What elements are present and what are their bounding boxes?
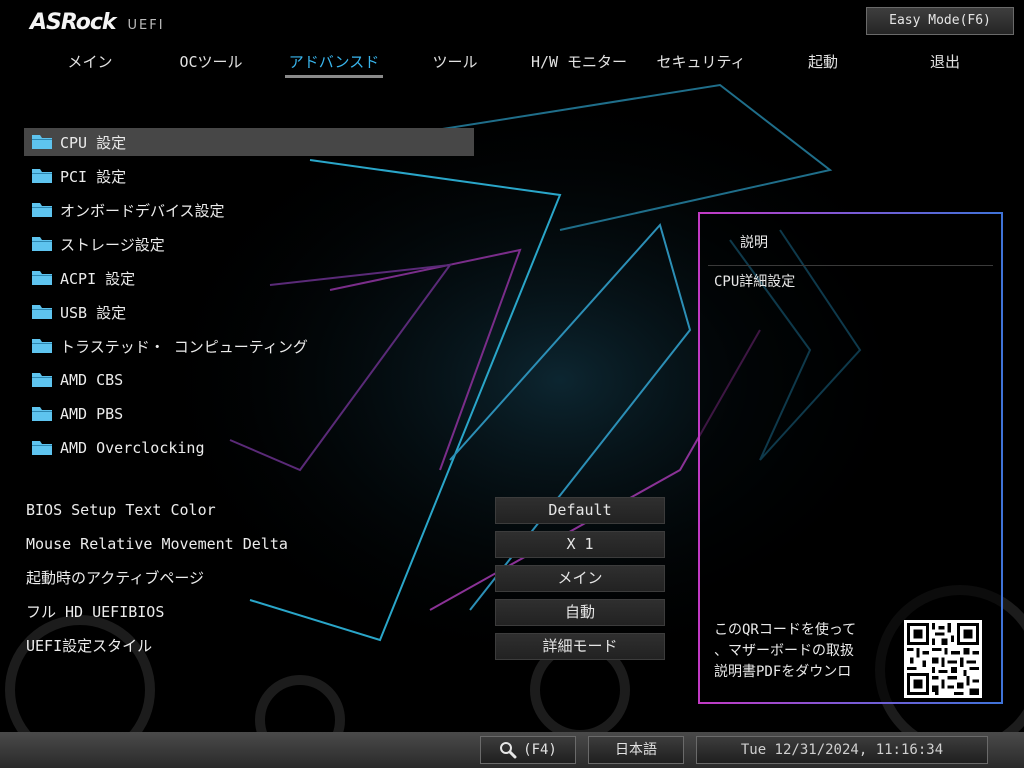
menu-item-label: ストレージ設定 bbox=[60, 235, 165, 254]
folder-icon bbox=[32, 440, 52, 456]
datetime-display[interactable]: Tue 12/31/2024, 11:16:34 bbox=[696, 736, 988, 764]
setting-label: Mouse Relative Movement Delta bbox=[26, 535, 288, 553]
tab-advanced[interactable]: アドバンスド bbox=[273, 48, 395, 78]
folder-icon bbox=[32, 134, 52, 150]
tab-boot[interactable]: 起動 bbox=[762, 48, 884, 78]
setting-row-setup-style: UEFI設定スタイル 詳細モード bbox=[24, 632, 666, 660]
language-button[interactable]: 日本語 bbox=[588, 736, 684, 764]
tab-main[interactable]: メイン bbox=[29, 48, 151, 78]
menu-item-usb-configuration[interactable]: USB 設定 bbox=[24, 298, 474, 326]
qr-code-image[interactable] bbox=[904, 620, 982, 698]
search-button[interactable]: (F4) bbox=[480, 736, 576, 764]
easy-mode-button[interactable]: Easy Mode(F6) bbox=[866, 7, 1014, 35]
tab-hw-monitor[interactable]: H/W モニター bbox=[518, 48, 640, 78]
folder-icon bbox=[32, 202, 52, 218]
setting-label: UEFI設定スタイル bbox=[26, 637, 153, 655]
setting-row-text-color: BIOS Setup Text Color Default bbox=[24, 496, 666, 524]
brand-name: ASRock bbox=[30, 10, 117, 35]
folder-icon bbox=[32, 236, 52, 252]
setting-row-full-hd: フル HD UEFIBIOS 自動 bbox=[24, 598, 666, 626]
description-title: 説明 bbox=[740, 235, 768, 251]
folder-icon bbox=[32, 406, 52, 422]
qr-code-caption: このQRコードを使って 、マザーボードの取扱 説明書PDFをダウンロ bbox=[714, 622, 857, 680]
description-panel: 説明 CPU詳細設定 このQRコードを使って 、マザーボードの取扱 説明書PDF… bbox=[698, 212, 1003, 704]
setting-row-active-page: 起動時のアクティブページ メイン bbox=[24, 564, 666, 592]
menu-item-label: オンボードデバイス設定 bbox=[60, 201, 225, 220]
setting-label: 起動時のアクティブページ bbox=[26, 569, 205, 587]
description-text: CPU詳細設定 bbox=[714, 274, 796, 290]
menu-item-label: PCI 設定 bbox=[60, 167, 127, 186]
menu-item-onboard-devices[interactable]: オンボードデバイス設定 bbox=[24, 196, 474, 224]
menu-item-storage-configuration[interactable]: ストレージ設定 bbox=[24, 230, 474, 258]
setting-row-mouse-delta: Mouse Relative Movement Delta X 1 bbox=[24, 530, 666, 558]
setting-label: BIOS Setup Text Color bbox=[26, 501, 216, 519]
folder-icon bbox=[32, 270, 52, 286]
tab-oc-tweaker[interactable]: OCツール bbox=[150, 48, 272, 78]
tab-exit[interactable]: 退出 bbox=[884, 48, 1006, 78]
folder-icon bbox=[32, 304, 52, 320]
tab-tool[interactable]: ツール bbox=[394, 48, 516, 78]
setting-label: フル HD UEFIBIOS bbox=[26, 603, 165, 621]
menu-item-amd-pbs[interactable]: AMD PBS bbox=[24, 400, 474, 428]
menu-item-amd-cbs[interactable]: AMD CBS bbox=[24, 366, 474, 394]
folder-icon bbox=[32, 338, 52, 354]
menu-item-label: USB 設定 bbox=[60, 303, 127, 322]
menu-item-acpi-configuration[interactable]: ACPI 設定 bbox=[24, 264, 474, 292]
tab-security[interactable]: セキュリティ bbox=[640, 48, 762, 78]
asrock-logo: ASRock UEFI bbox=[30, 10, 165, 36]
search-shortcut-label: (F4) bbox=[523, 742, 557, 758]
menu-item-label: AMD CBS bbox=[60, 371, 124, 389]
folder-icon bbox=[32, 372, 52, 388]
active-page-select[interactable]: メイン bbox=[495, 565, 665, 592]
menu-item-label: AMD PBS bbox=[60, 405, 124, 423]
menu-item-amd-overclocking[interactable]: AMD Overclocking bbox=[24, 434, 474, 462]
description-divider bbox=[708, 265, 993, 266]
menu-item-label: CPU 設定 bbox=[60, 133, 127, 152]
uefi-label: UEFI bbox=[127, 18, 165, 33]
folder-icon bbox=[32, 168, 52, 184]
setup-style-select[interactable]: 詳細モード bbox=[495, 633, 665, 660]
advanced-submenu-list: CPU 設定 PCI 設定 オンボードデバイス設定 ストレージ設定 ACPI 設… bbox=[24, 128, 474, 468]
mouse-delta-select[interactable]: X 1 bbox=[495, 531, 665, 558]
menu-item-label: ACPI 設定 bbox=[60, 269, 136, 288]
settings-list: BIOS Setup Text Color Default Mouse Rela… bbox=[24, 496, 666, 666]
main-tab-bar: メイン OCツール アドバンスド ツール H/W モニター セキュリティ 起動 … bbox=[0, 48, 1024, 82]
menu-item-trusted-computing[interactable]: トラステッド・ コンピューティング bbox=[24, 332, 474, 360]
text-color-select[interactable]: Default bbox=[495, 497, 665, 524]
bottom-status-bar: (F4) 日本語 Tue 12/31/2024, 11:16:34 bbox=[0, 732, 1024, 768]
menu-item-label: AMD Overclocking bbox=[60, 439, 205, 457]
search-icon bbox=[500, 742, 517, 759]
menu-item-pci-configuration[interactable]: PCI 設定 bbox=[24, 162, 474, 190]
menu-item-label: トラステッド・ コンピューティング bbox=[60, 337, 308, 356]
full-hd-select[interactable]: 自動 bbox=[495, 599, 665, 626]
menu-item-cpu-configuration[interactable]: CPU 設定 bbox=[24, 128, 474, 156]
